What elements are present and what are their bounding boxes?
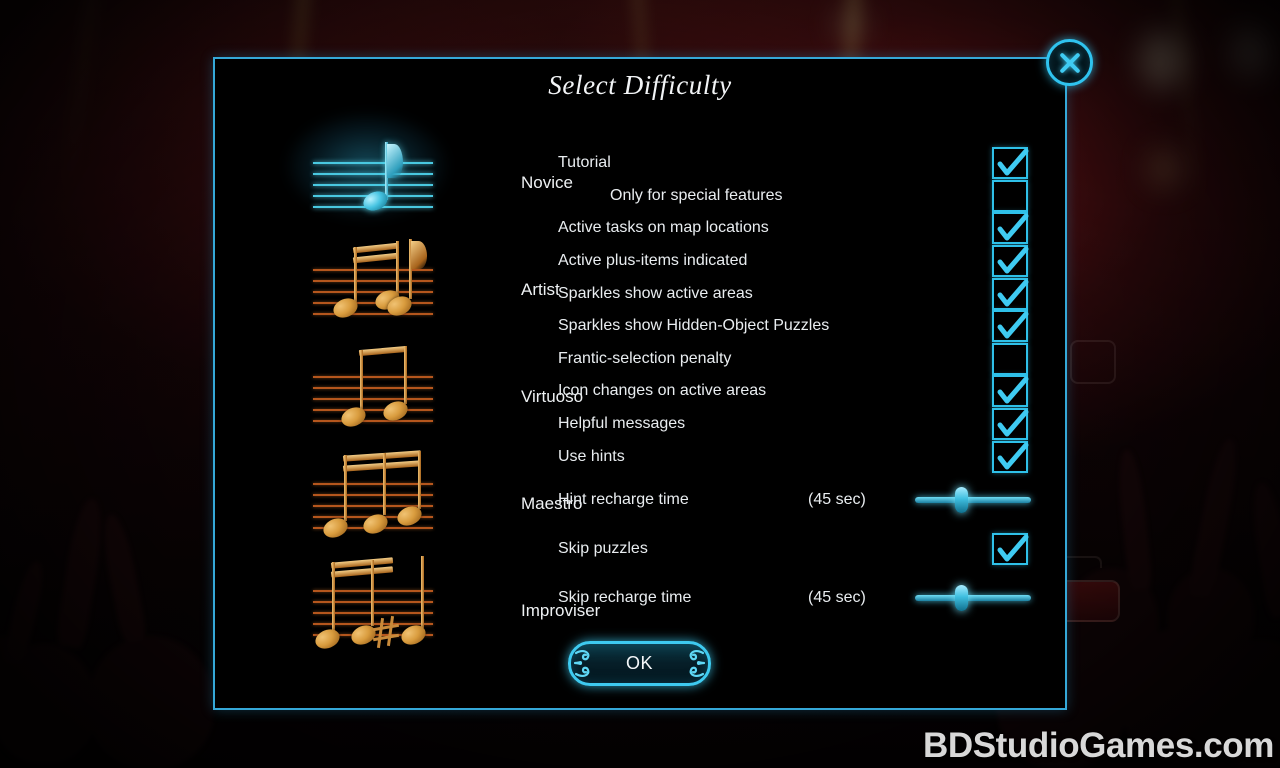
ok-button[interactable]: OK (568, 641, 711, 686)
option-row-helpful-messages[interactable]: Helpful messages (558, 408, 1029, 441)
slider-hint-recharge-time[interactable] (915, 486, 1031, 513)
option-label: Helpful messages (558, 415, 686, 433)
music-staff-icon (313, 238, 433, 327)
difficulty-option-virtuoso[interactable]: Virtuoso (305, 343, 595, 450)
checkbox-icon-changes[interactable] (992, 375, 1029, 408)
filigree-ornament-icon (674, 644, 708, 683)
checkbox-tutorial[interactable] (992, 147, 1029, 180)
option-label: Hint recharge time (558, 490, 689, 508)
watermark: BDStudioGames.com (922, 726, 1274, 765)
difficulty-option-improviser[interactable]: Improviser (305, 555, 600, 664)
option-label: Skip recharge time (558, 588, 692, 606)
checkbox-frantic-selection-penalty[interactable] (992, 342, 1028, 375)
music-staff-icon (313, 141, 433, 220)
option-row-hint-recharge-time: Hint recharge time (45 sec) (558, 473, 1031, 527)
option-row-frantic-selection-penalty[interactable]: Frantic-selection penalty (558, 342, 1028, 376)
slider-handle[interactable] (954, 486, 968, 513)
checkbox-active-tasks-on-map[interactable] (992, 212, 1029, 245)
option-label: Sparkles show active areas (558, 284, 753, 302)
music-staff-icon (313, 449, 433, 541)
stage-light-glow (1232, 24, 1272, 76)
option-row-use-hints[interactable]: Use hints (558, 440, 1029, 473)
difficulty-option-novice[interactable]: Novice (287, 113, 595, 236)
option-row-sparkles-hop[interactable]: Sparkles show Hidden-Object Puzzles (558, 310, 1029, 343)
hud-fragment (1058, 580, 1120, 622)
option-row-active-plus-items[interactable]: Active plus-items indicated (558, 245, 1029, 278)
option-label: Tutorial (558, 154, 611, 172)
options-panel: Tutorial Only for special features Activ… (558, 147, 1031, 625)
checkbox-only-special-features[interactable] (992, 179, 1028, 212)
game-screen: Select Difficulty Novice Artist Virtuoso… (0, 0, 1280, 768)
option-row-icon-changes[interactable]: Icon changes on active areas (558, 375, 1029, 408)
option-row-skip-recharge-time: Skip recharge time (45 sec) (558, 571, 1031, 625)
option-label: Skip puzzles (558, 539, 648, 557)
slider-handle[interactable] (954, 584, 968, 611)
dialog-title: Select Difficulty (548, 70, 732, 100)
stage-light-glow (836, 6, 866, 42)
slider-skip-recharge-time[interactable] (915, 584, 1031, 611)
slider-track (915, 594, 1031, 601)
option-label: Use hints (558, 447, 625, 465)
option-label: Only for special features (610, 186, 783, 204)
option-row-only-special-features[interactable]: Only for special features (558, 179, 1028, 213)
music-staff-icon (312, 555, 433, 652)
slider-track (915, 496, 1031, 503)
checkbox-skip-puzzles[interactable] (992, 532, 1029, 565)
difficulty-option-artist[interactable]: Artist (305, 236, 595, 343)
difficulty-level-list: Novice Artist Virtuoso Maestro Improvise… (287, 113, 600, 664)
checkbox-helpful-messages[interactable] (992, 408, 1029, 441)
stage-light-glow (1148, 148, 1182, 188)
difficulty-label: Artist (521, 279, 560, 299)
checkbox-sparkles-hop[interactable] (992, 310, 1029, 343)
option-label: Sparkles show Hidden-Object Puzzles (558, 317, 830, 335)
option-row-sparkles-active-areas[interactable]: Sparkles show active areas (558, 277, 1029, 310)
filigree-ornament-icon (571, 644, 605, 683)
checkbox-use-hints[interactable] (992, 440, 1029, 473)
close-icon[interactable] (1046, 39, 1093, 86)
option-row-tutorial[interactable]: Tutorial (558, 147, 1029, 180)
difficulty-option-maestro[interactable]: Maestro (305, 449, 595, 557)
option-label: Active tasks on map locations (558, 219, 769, 237)
checkbox-active-plus-items[interactable] (992, 245, 1029, 278)
hud-fragment (1062, 556, 1102, 568)
option-row-active-tasks-on-map[interactable]: Active tasks on map locations (558, 212, 1029, 245)
option-label: Icon changes on active areas (558, 382, 767, 400)
hud-fragment (1070, 340, 1116, 384)
hint-recharge-value: (45 sec) (808, 490, 866, 508)
music-staff-icon (313, 345, 433, 434)
checkbox-sparkles-active-areas[interactable] (992, 277, 1029, 310)
option-label: Active plus-items indicated (558, 252, 748, 270)
option-row-skip-puzzles[interactable]: Skip puzzles (558, 527, 1029, 571)
option-label: Frantic-selection penalty (558, 349, 732, 367)
ok-button-label: OK (625, 653, 653, 673)
skip-recharge-value: (45 sec) (808, 588, 866, 606)
stage-light-glow (1140, 30, 1186, 88)
select-difficulty-dialog: Select Difficulty Novice Artist Virtuoso… (213, 57, 1067, 710)
